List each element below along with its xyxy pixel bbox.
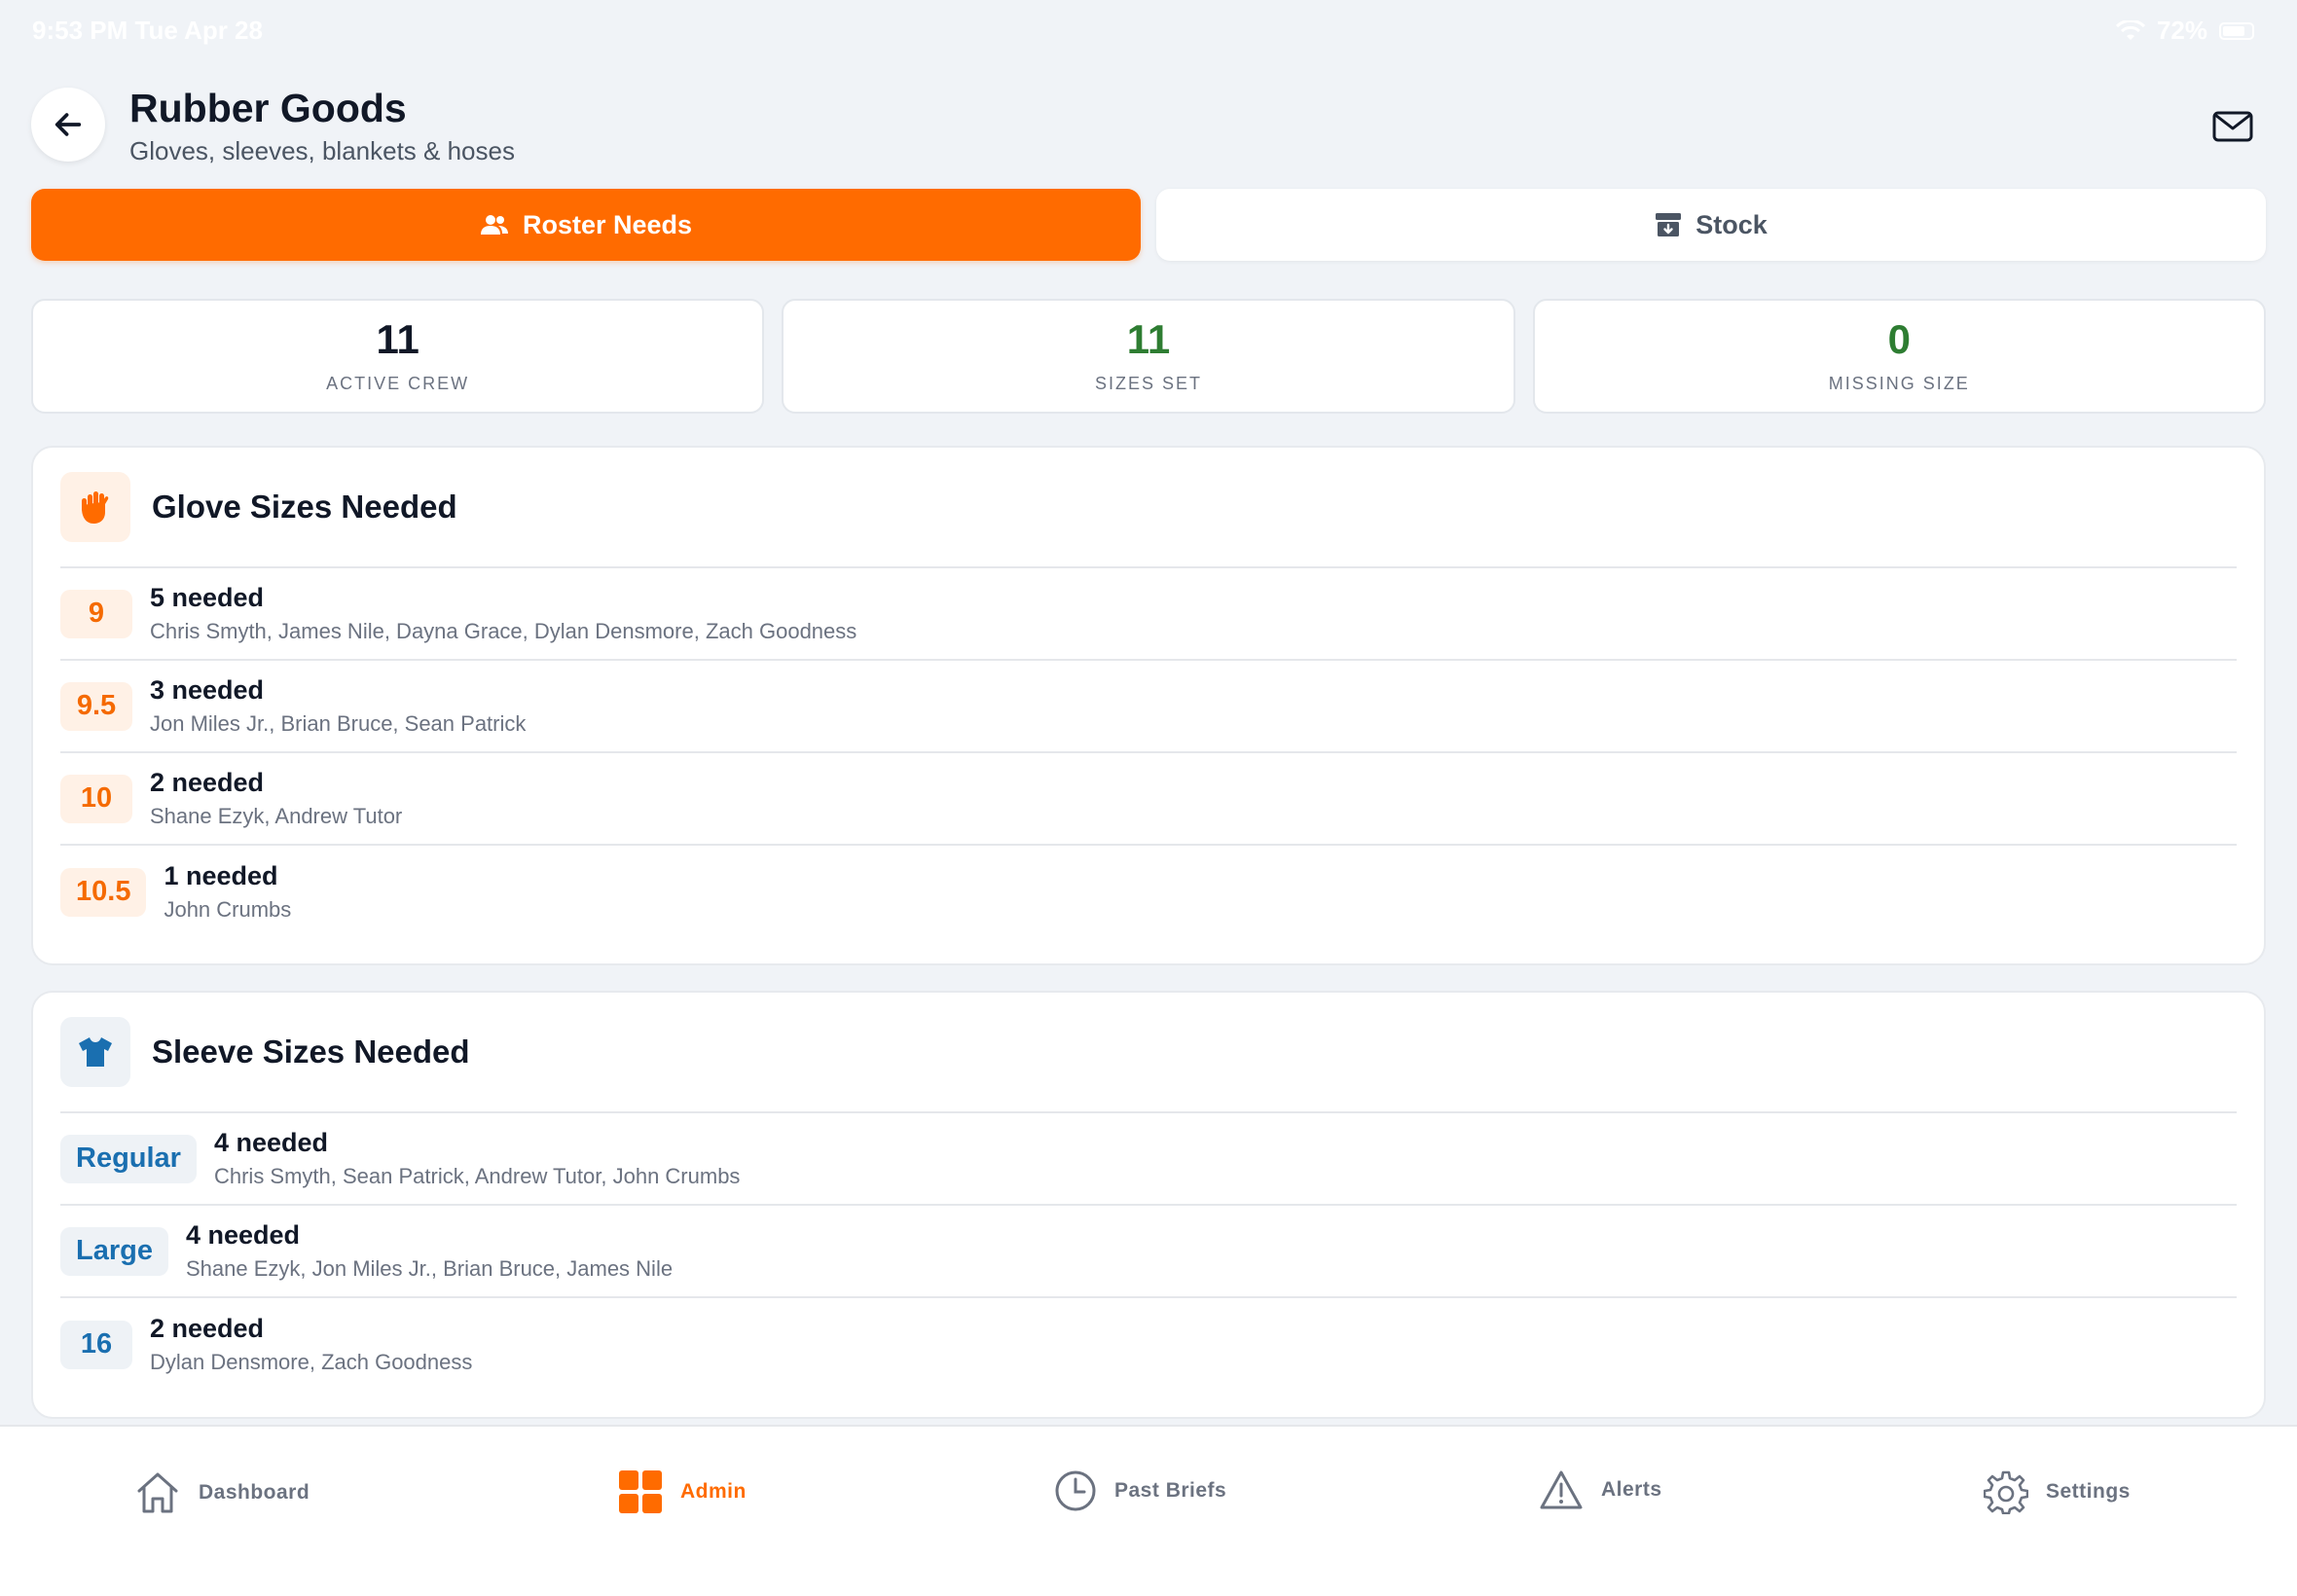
stats-row: 11 ACTIVE CREW 11 SIZES SET 0 MISSING SI… [31, 299, 2266, 414]
stat-value: 11 [1126, 315, 1171, 362]
stat-sizes-set: 11 SIZES SET [782, 299, 1515, 414]
crew-names: Jon Miles Jr., Brian Bruce, Sean Patrick [150, 711, 527, 736]
home-icon [137, 1472, 178, 1513]
gear-icon [1984, 1470, 2028, 1514]
status-time: 9:53 PM Tue Apr 28 [32, 16, 263, 45]
size-badge: 9.5 [60, 681, 132, 731]
list-item[interactable]: Large 4 needed Shane Ezyk, Jon Miles Jr.… [60, 1206, 2237, 1298]
nav-dashboard[interactable]: Dashboard [134, 1469, 310, 1516]
mail-button[interactable] [2211, 105, 2254, 148]
card-header: Sleeve Sizes Needed [60, 993, 2237, 1113]
list-item[interactable]: 9.5 3 needed Jon Miles Jr., Brian Bruce,… [60, 661, 2237, 753]
page-title: Rubber Goods [129, 86, 407, 130]
nav-label: Alerts [1601, 1478, 1662, 1501]
size-badge: 10 [60, 774, 132, 823]
nav-label: Dashboard [199, 1481, 310, 1504]
shirt-icon [60, 1017, 130, 1087]
needed-count: 3 needed [150, 675, 265, 705]
bottom-nav: Dashboard Admin Past Briefs Alerts Setti… [0, 1425, 2297, 1596]
stat-label: SIZES SET [1094, 373, 1202, 393]
stat-value: 11 [376, 315, 419, 362]
people-icon [480, 215, 508, 235]
tab-stock[interactable]: Stock [1156, 189, 2266, 261]
battery-icon [2219, 21, 2254, 40]
needed-count: 5 needed [150, 583, 265, 612]
list-item[interactable]: 10 2 needed Shane Ezyk, Andrew Tutor [60, 753, 2237, 846]
stat-active-crew: 11 ACTIVE CREW [31, 299, 765, 414]
segmented-tabs: Roster Needs Stock [31, 189, 2266, 261]
stat-label: MISSING SIZE [1828, 373, 1970, 393]
size-badge: 10.5 [60, 867, 147, 917]
stat-value: 0 [1887, 315, 1911, 362]
needed-count: 4 needed [185, 1220, 301, 1250]
crew-names: John Crumbs [164, 897, 292, 922]
crew-names: Shane Ezyk, Jon Miles Jr., Brian Bruce, … [185, 1256, 674, 1281]
sleeve-sizes-card: Sleeve Sizes Needed Regular 4 needed Chr… [31, 991, 2266, 1419]
nav-settings[interactable]: Settings [1984, 1469, 2131, 1514]
size-badge: Regular [60, 1134, 197, 1183]
hand-icon [60, 472, 130, 542]
status-bar: 9:53 PM Tue Apr 28 72% [0, 0, 2297, 62]
tab-roster-needs[interactable]: Roster Needs [31, 189, 1141, 261]
page-subtitle: Gloves, sleeves, blankets & hoses [129, 136, 515, 165]
warning-icon [1540, 1470, 1583, 1509]
stat-missing-size: 0 MISSING SIZE [1532, 299, 2266, 414]
nav-past-briefs[interactable]: Past Briefs [1054, 1469, 1226, 1512]
status-indicators: 72% [2115, 16, 2254, 46]
card-header: Glove Sizes Needed [60, 448, 2237, 568]
arrow-left-icon [55, 113, 82, 136]
wifi-icon [2115, 19, 2145, 40]
crew-names: Chris Smyth, Sean Patrick, Andrew Tutor,… [213, 1164, 741, 1188]
card-title: Sleeve Sizes Needed [152, 1034, 470, 1070]
nav-label: Past Briefs [1114, 1479, 1227, 1502]
tab-stock-label: Stock [1695, 209, 1768, 239]
size-badge: 9 [60, 589, 132, 638]
nav-label: Settings [2046, 1480, 2131, 1503]
clock-icon [1055, 1470, 1096, 1511]
needed-count: 2 needed [150, 1314, 265, 1343]
nav-label: Admin [680, 1480, 747, 1503]
back-button[interactable] [31, 88, 105, 162]
nav-admin[interactable]: Admin [618, 1469, 747, 1514]
crew-names: Chris Smyth, James Nile, Dayna Grace, Dy… [150, 619, 857, 643]
needed-count: 4 needed [213, 1128, 329, 1157]
needed-count: 2 needed [150, 768, 265, 797]
needed-count: 1 needed [164, 861, 278, 890]
glove-sizes-card: Glove Sizes Needed 9 5 needed Chris Smyt… [31, 446, 2266, 965]
battery-percent: 72% [2156, 16, 2207, 45]
tab-roster-needs-label: Roster Needs [522, 209, 693, 239]
stat-label: ACTIVE CREW [326, 373, 470, 393]
crew-names: Shane Ezyk, Andrew Tutor [150, 804, 403, 828]
list-item[interactable]: 16 2 needed Dylan Densmore, Zach Goodnes… [60, 1298, 2237, 1391]
size-badge: 16 [60, 1320, 132, 1369]
archive-box-icon [1656, 213, 1682, 236]
card-title: Glove Sizes Needed [152, 489, 457, 525]
list-item[interactable]: Regular 4 needed Chris Smyth, Sean Patri… [60, 1113, 2237, 1206]
list-item[interactable]: 10.5 1 needed John Crumbs [60, 846, 2237, 938]
size-badge: Large [60, 1226, 168, 1276]
nav-alerts[interactable]: Alerts [1539, 1469, 1662, 1510]
grid-icon [619, 1470, 662, 1513]
list-item[interactable]: 9 5 needed Chris Smyth, James Nile, Dayn… [60, 568, 2237, 661]
envelope-icon [2212, 111, 2253, 142]
crew-names: Dylan Densmore, Zach Goodness [150, 1350, 473, 1374]
